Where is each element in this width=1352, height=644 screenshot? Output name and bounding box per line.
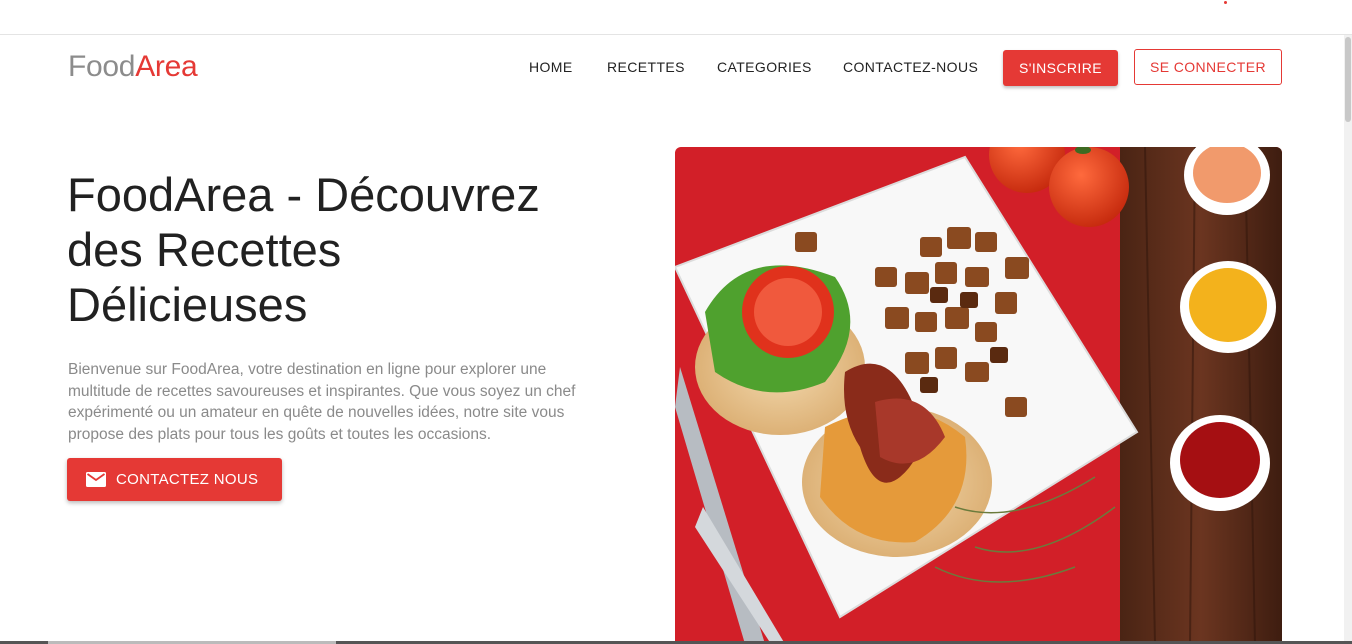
- login-button[interactable]: SE CONNECTER: [1134, 49, 1282, 85]
- nav-recettes-link[interactable]: RECETTES: [607, 59, 685, 75]
- food-photo-icon: [675, 147, 1282, 644]
- nav-contact-link[interactable]: CONTACTEZ-NOUS: [843, 59, 978, 75]
- hero-title: FoodArea - Découvrez des Recettes Délici…: [67, 168, 540, 331]
- nav-home-link[interactable]: HOME: [529, 59, 573, 75]
- scrollbar-track[interactable]: [1344, 35, 1352, 644]
- mail-icon: [86, 472, 106, 487]
- contact-us-button[interactable]: CONTACTEZ NOUS: [67, 458, 282, 501]
- logo-part-area: Area: [135, 50, 198, 83]
- scrollbar-thumb[interactable]: [1345, 37, 1351, 122]
- contact-us-label: CONTACTEZ NOUS: [116, 471, 259, 488]
- navbar: FoodArea HOME RECETTES CATEGORIES CONTAC…: [0, 35, 1344, 99]
- logo[interactable]: FoodArea: [68, 50, 198, 84]
- hero-food-image: [675, 147, 1282, 644]
- signup-button[interactable]: S'INSCRIRE: [1003, 50, 1118, 86]
- browser-top-strip: [0, 0, 1352, 35]
- nav-categories-link[interactable]: CATEGORIES: [717, 59, 812, 75]
- indicator-dot: [1224, 1, 1227, 4]
- logo-part-food: Food: [68, 50, 136, 83]
- hero-description: Bienvenue sur FoodArea, votre destinatio…: [68, 361, 576, 443]
